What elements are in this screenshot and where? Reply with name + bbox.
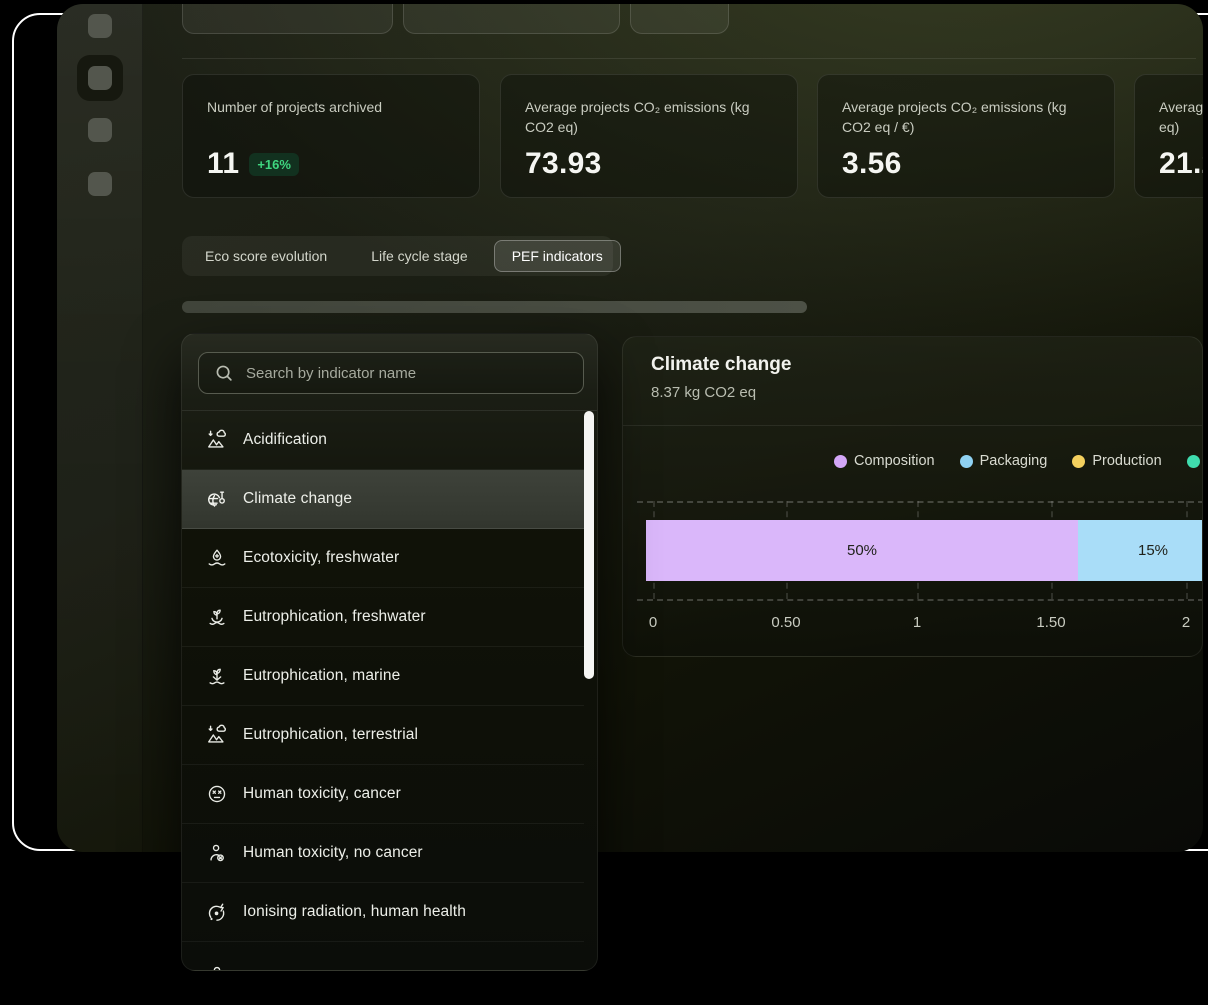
x-tick: 0.50 (771, 614, 800, 631)
stat-card-clipped: Averag eq) 21.2 (1134, 74, 1203, 198)
list-item-label: Ionising radiation, human health (243, 903, 466, 921)
stat-value: 73.93 (525, 147, 602, 181)
list-item-ionising-radiation[interactable]: Ionising radiation, human health (182, 883, 584, 942)
screenshot-stage: Number of projects archived 11 +16% Aver… (0, 0, 1208, 1005)
indicator-list: Acidification Climate change (182, 411, 597, 971)
legend-item-packaging: Packaging (960, 453, 1048, 469)
bar-segment-composition[interactable]: 50% (646, 520, 1078, 581)
stat-label: Averag eq) (1159, 97, 1203, 138)
stat-label: Average projects CO₂ emissions (kg CO2 e… (525, 97, 773, 138)
stat-value: 21.2 (1159, 147, 1203, 181)
indicator-search-input[interactable]: Search by indicator name (198, 352, 584, 394)
search-placeholder: Search by indicator name (246, 365, 416, 382)
cropped-top-button-2[interactable] (403, 4, 620, 34)
sidebar-item-4-icon[interactable] (88, 172, 112, 196)
trend-badge: +16% (249, 153, 299, 176)
list-item-human-toxicity-cancer[interactable]: Human toxicity, cancer (182, 765, 584, 824)
chart-subtitle: 8.37 kg CO2 eq (651, 384, 756, 401)
list-item-eutrophication-freshwater[interactable]: Eutrophication, freshwater (182, 588, 584, 647)
list-item-label: Ecotoxicity, freshwater (243, 549, 399, 567)
list-item-label: Human toxicity, cancer (243, 785, 401, 803)
list-item-human-toxicity-no-cancer[interactable]: Human toxicity, no cancer (182, 824, 584, 883)
legend-dot-clipped (1187, 455, 1200, 468)
indicator-list-panel: Search by indicator name Acidification (181, 333, 598, 971)
list-item-acidification[interactable]: Acidification (182, 411, 584, 470)
list-item-label: Eutrophication, terrestrial (243, 726, 418, 744)
chart-divider (623, 425, 1202, 426)
chart-tabs: Eco score evolution Life cycle stage PEF… (182, 236, 613, 276)
chart-legend: Composition Packaging Production (834, 453, 1203, 469)
bar-segment-packaging[interactable]: 15% (1078, 520, 1203, 581)
legend-dot-production (1072, 455, 1085, 468)
stat-card-avg-co2: Average projects CO₂ emissions (kg CO2 e… (500, 74, 798, 198)
list-item-partial[interactable] (182, 942, 584, 971)
radiation-icon (206, 901, 228, 923)
legend-dot-packaging (960, 455, 973, 468)
legend-dot-composition (834, 455, 847, 468)
toxic-face-icon (206, 783, 228, 805)
list-item-eutrophication-terrestrial[interactable]: Eutrophication, terrestrial (182, 706, 584, 765)
legend-item-production: Production (1072, 453, 1161, 469)
sidebar (57, 4, 143, 852)
mountain-rain-icon (206, 724, 228, 746)
stat-label: Number of projects archived (207, 97, 455, 117)
list-item-label: Eutrophication, marine (243, 667, 400, 685)
list-item-climate-change[interactable]: Climate change (182, 470, 584, 529)
horizontal-scrollbar[interactable] (182, 301, 807, 313)
list-item-label: Eutrophication, freshwater (243, 608, 426, 626)
person-x-icon (206, 842, 228, 864)
list-item-label: Human toxicity, no cancer (243, 844, 423, 862)
sprout-waves-icon (206, 665, 228, 687)
cropped-top-button-1[interactable] (182, 4, 393, 34)
stat-card-avg-co2-per-euro: Average projects CO₂ emissions (kg CO2 e… (817, 74, 1115, 198)
stat-value: 3.56 (842, 147, 902, 181)
list-item-ecotoxicity-freshwater[interactable]: Ecotoxicity, freshwater (182, 529, 584, 588)
search-icon (213, 362, 235, 384)
x-tick: 0 (649, 614, 657, 631)
x-tick: 1 (913, 614, 921, 631)
stat-card-projects-archived: Number of projects archived 11 +16% (182, 74, 480, 198)
tab-eco-score-evolution[interactable]: Eco score evolution (187, 240, 345, 272)
cropped-top-button-3[interactable] (630, 4, 729, 34)
header-divider (182, 58, 1196, 59)
list-scrollbar-thumb[interactable] (584, 411, 594, 679)
stacked-bar: 50% 15% (646, 520, 1203, 581)
tab-pef-indicators[interactable]: PEF indicators (494, 240, 621, 272)
list-item-label: Climate change (243, 490, 352, 508)
bar-segment-label: 15% (1138, 542, 1168, 559)
tab-life-cycle-stage[interactable]: Life cycle stage (353, 240, 486, 272)
water-sparkle-icon (206, 547, 228, 569)
sidebar-item-1-icon[interactable] (88, 14, 112, 38)
chart-panel: Climate change 8.37 kg CO2 eq Compositio… (622, 336, 1203, 657)
person-partial-icon (206, 964, 228, 971)
list-item-eutrophication-marine[interactable]: Eutrophication, marine (182, 647, 584, 706)
sidebar-item-3-icon[interactable] (88, 118, 112, 142)
legend-item-clipped (1187, 455, 1203, 468)
x-tick: 2 (1182, 614, 1190, 631)
stat-value: 11 (207, 147, 239, 181)
sidebar-item-2-icon (88, 66, 112, 90)
mountain-rain-icon (206, 429, 228, 451)
sprout-water-icon (206, 606, 228, 628)
x-tick: 1.50 (1036, 614, 1065, 631)
x-axis: 0 0.50 1 1.50 2 (623, 614, 1202, 634)
bar-segment-label: 50% (847, 542, 877, 559)
legend-item-composition: Composition (834, 453, 935, 469)
chart-title: Climate change (651, 354, 791, 376)
plot-bottom-gridline (637, 599, 1203, 601)
globe-thermometer-icon (206, 488, 228, 510)
plot-top-gridline (637, 501, 1203, 503)
list-item-label: Acidification (243, 431, 327, 449)
sidebar-item-2-active[interactable] (77, 55, 123, 101)
stat-label: Average projects CO₂ emissions (kg CO2 e… (842, 97, 1090, 138)
